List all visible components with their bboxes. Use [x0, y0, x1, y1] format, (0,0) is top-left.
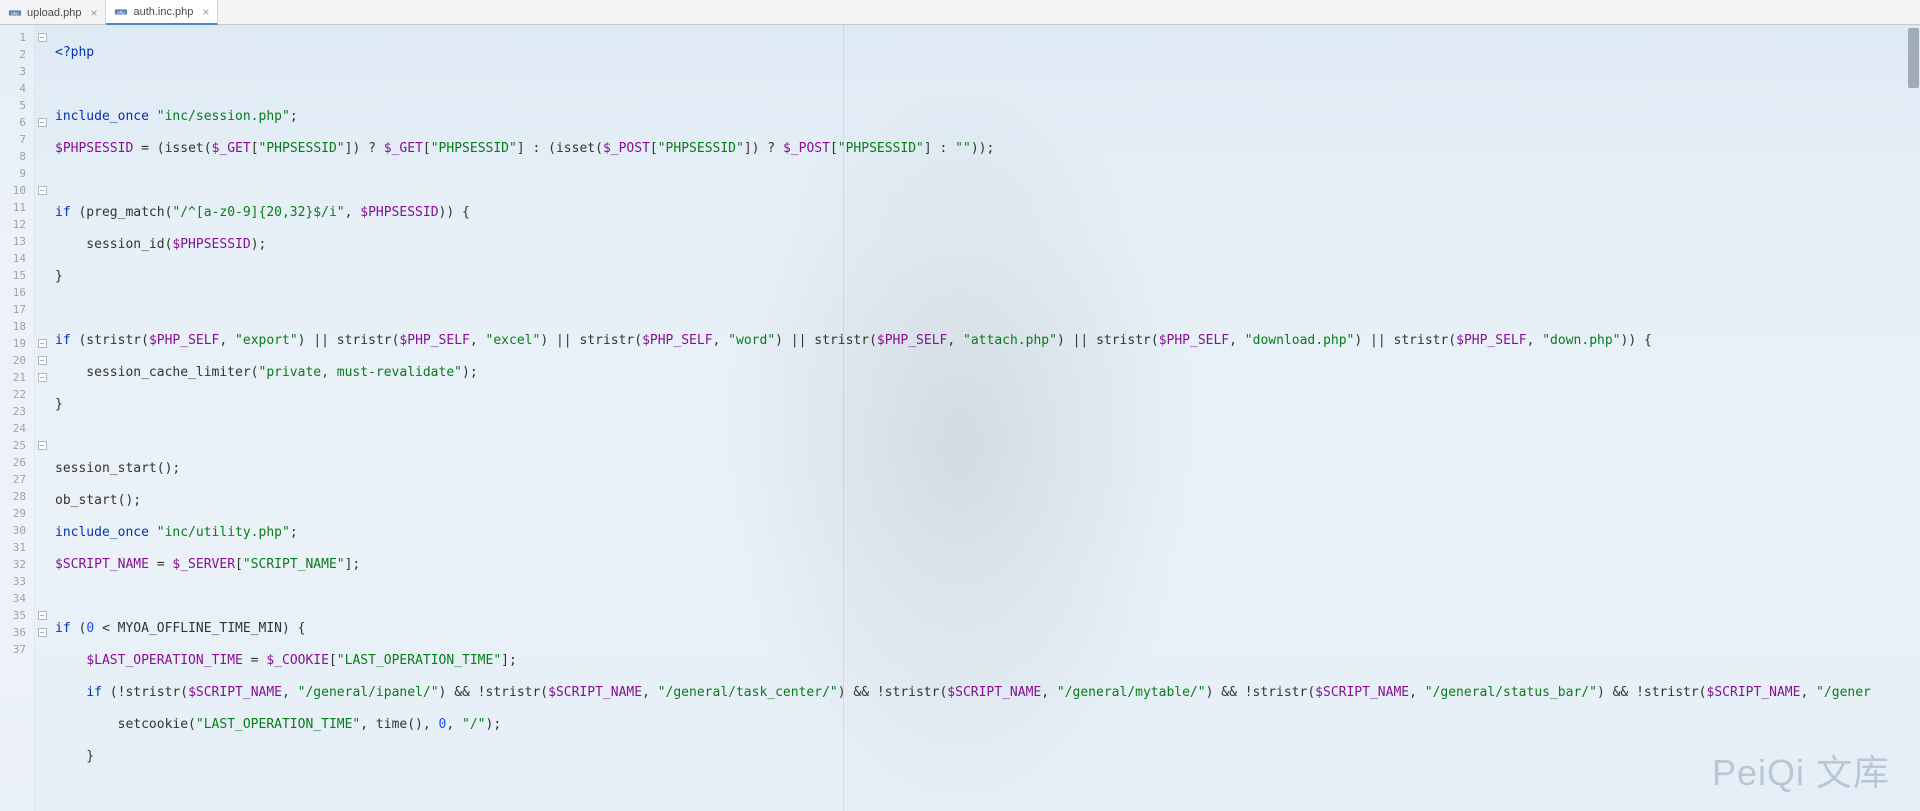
line-number: 36: [0, 624, 34, 641]
svg-text:php: php: [118, 9, 126, 14]
fold-toggle-icon[interactable]: −: [38, 339, 47, 348]
line-number: 17: [0, 301, 34, 318]
line-number: 11: [0, 199, 34, 216]
line-number: 29: [0, 505, 34, 522]
fold-toggle-icon[interactable]: −: [38, 628, 47, 637]
line-number: 18: [0, 318, 34, 335]
line-number: 10: [0, 182, 34, 199]
line-number: 13: [0, 233, 34, 250]
line-number: 5: [0, 97, 34, 114]
line-number: 35: [0, 607, 34, 624]
line-number: 16: [0, 284, 34, 301]
line-number: 8: [0, 148, 34, 165]
fold-toggle-icon[interactable]: −: [38, 118, 47, 127]
line-number: 28: [0, 488, 34, 505]
line-number: 31: [0, 539, 34, 556]
line-number-gutter: 1234567891011121314151617181920212223242…: [0, 25, 35, 811]
line-number: 25: [0, 437, 34, 454]
line-number: 12: [0, 216, 34, 233]
line-number: 23: [0, 403, 34, 420]
php-icon: php: [8, 6, 22, 20]
line-number: 26: [0, 454, 34, 471]
line-number: 14: [0, 250, 34, 267]
line-number: 33: [0, 573, 34, 590]
fold-toggle-icon[interactable]: −: [38, 186, 47, 195]
php-icon: php: [114, 5, 128, 19]
tab-label: upload.php: [27, 7, 81, 19]
line-number: 4: [0, 80, 34, 97]
line-number: 20: [0, 352, 34, 369]
line-number: 27: [0, 471, 34, 488]
tab-bar: php upload.php × php auth.inc.php ×: [0, 0, 1920, 25]
line-number: 1: [0, 29, 34, 46]
fold-toggle-icon[interactable]: −: [38, 356, 47, 365]
close-icon[interactable]: ×: [202, 5, 209, 19]
line-number: 21: [0, 369, 34, 386]
fold-toggle-icon[interactable]: −: [38, 33, 47, 42]
line-number: 32: [0, 556, 34, 573]
tab-label: auth.inc.php: [133, 6, 193, 18]
line-number: 9: [0, 165, 34, 182]
close-icon[interactable]: ×: [90, 6, 97, 20]
fold-toggle-icon[interactable]: −: [38, 441, 47, 450]
fold-toggle-icon[interactable]: −: [38, 373, 47, 382]
fold-gutter: − − − − − − − − −: [35, 25, 49, 811]
vertical-scrollbar[interactable]: [1908, 28, 1919, 88]
line-number: 22: [0, 386, 34, 403]
line-number: 19: [0, 335, 34, 352]
tab-upload[interactable]: php upload.php ×: [0, 0, 106, 25]
line-number: 24: [0, 420, 34, 437]
code-area[interactable]: <?php include_once "inc/session.php"; $P…: [49, 25, 1920, 811]
line-number: 3: [0, 63, 34, 80]
svg-text:php: php: [11, 10, 19, 15]
line-number: 34: [0, 590, 34, 607]
code-editor[interactable]: 1234567891011121314151617181920212223242…: [0, 25, 1920, 811]
fold-toggle-icon[interactable]: −: [38, 611, 47, 620]
line-number: 15: [0, 267, 34, 284]
tab-auth[interactable]: php auth.inc.php ×: [106, 0, 218, 25]
line-number: 7: [0, 131, 34, 148]
line-number: 37: [0, 641, 34, 658]
line-number: 2: [0, 46, 34, 63]
line-number: 30: [0, 522, 34, 539]
line-number: 6: [0, 114, 34, 131]
